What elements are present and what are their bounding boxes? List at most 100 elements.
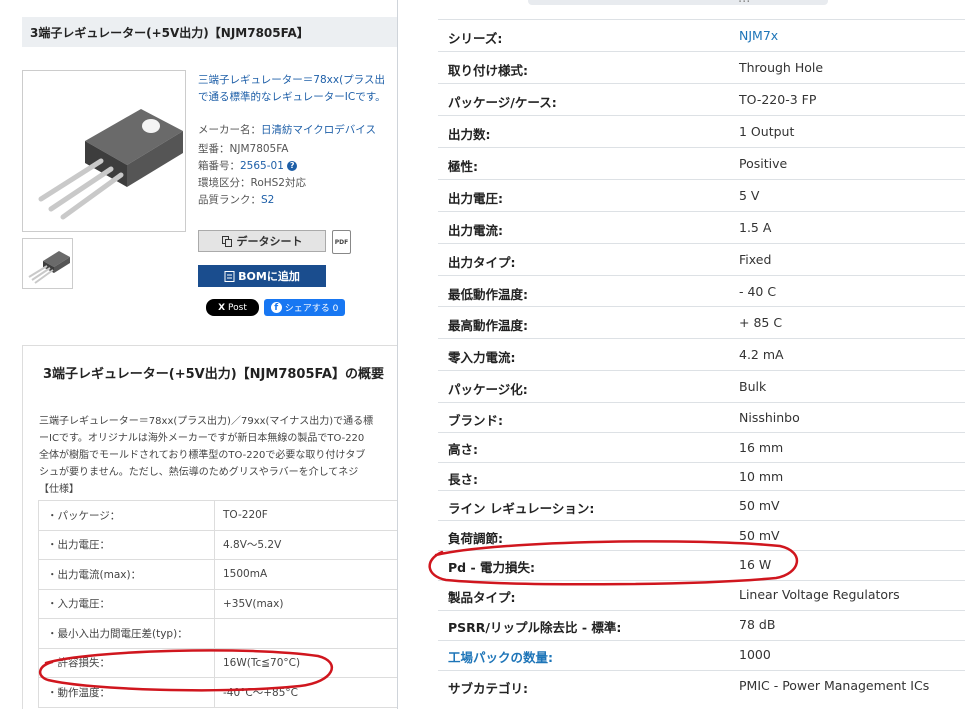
spec-key: ブランド: xyxy=(448,413,503,428)
product-page: 3端子レギュレーター(+5V出力)【NJM7805FA】 三端子レギュレーター＝… xyxy=(0,0,405,709)
product-description-link[interactable]: 三端子レギュレーター＝78xx(プラス出 で通る標準的なレギュレーターICです。 xyxy=(198,72,386,106)
spec-value: Fixed xyxy=(739,252,772,267)
quality-label: 品質ランク： xyxy=(198,194,261,206)
clipped-text: ... xyxy=(738,0,750,6)
spec-value: 5 V xyxy=(739,188,760,203)
copy-icon xyxy=(221,235,232,247)
maker-link[interactable]: 日清紡マイクロデバイス xyxy=(261,124,376,136)
product-image[interactable] xyxy=(22,70,186,232)
table-row: ・動作温度： -40°C〜+85°C xyxy=(38,677,405,708)
spec-value: 1500mA xyxy=(214,559,405,590)
description-line-2: で通る標準的なレギュレーターICです。 xyxy=(198,91,386,103)
spec-value: 4.2 mA xyxy=(739,347,784,362)
overview-line: 三端子レギュレーター＝78xx(プラス出力)／79xx(マイナス出力)で通る標 xyxy=(39,416,374,427)
spec-value: + 85 C xyxy=(739,315,783,330)
factory-pack-link[interactable]: 工場パックの数量: xyxy=(448,647,553,666)
maker-row: メーカー名：日清紡マイクロデバイス xyxy=(198,122,376,137)
pdf-icon[interactable]: PDF xyxy=(332,230,351,254)
spec-row: 最高動作温度: + 85 C xyxy=(438,306,965,339)
spec-key: パッケージ/ケース: xyxy=(448,95,557,110)
question-icon[interactable]: ? xyxy=(287,161,298,171)
spec-row: 出力電流: 1.5 A xyxy=(438,211,965,244)
spec-key: 零入力電流: xyxy=(448,350,516,365)
product-thumbnail[interactable] xyxy=(22,238,73,289)
spec-row: サブカテゴリ: PMIC - Power Management ICs xyxy=(438,670,965,709)
spec-key: 出力タイプ: xyxy=(448,255,516,270)
datasheet-button[interactable]: データシート xyxy=(198,230,326,252)
spec-value: +35V(max) xyxy=(214,588,405,619)
spec-value: 1000 xyxy=(739,647,771,662)
pdf-icon-text: PDF xyxy=(334,239,349,246)
spec-key: パッケージ化: xyxy=(448,382,528,397)
spec-key: 出力数: xyxy=(448,127,491,142)
quality-link[interactable]: S2 xyxy=(261,194,274,206)
spec-value: Bulk xyxy=(739,379,767,394)
facebook-icon: f xyxy=(270,302,282,313)
spec-row: 極性: Positive xyxy=(438,147,965,180)
panel-top-bar xyxy=(528,0,828,5)
spec-row: パッケージ化: Bulk xyxy=(438,370,965,403)
regulator-image xyxy=(38,109,183,220)
overview-line: シュが要りません。ただし、熱伝導のためグリスやラバーを介してネジ xyxy=(39,467,359,478)
spec-value: 16W(Tc≦70°C) xyxy=(214,647,405,678)
spec-key: 高さ: xyxy=(448,442,478,457)
table-row: ・出力電流(max)： 1500mA xyxy=(38,559,405,590)
spec-key: ・出力電流(max)： xyxy=(38,559,215,590)
table-row: ・パッケージ： TO-220F xyxy=(38,500,405,531)
spec-key: 製品タイプ: xyxy=(448,590,516,605)
product-title: 3端子レギュレーター(+5V出力)【NJM7805FA】 xyxy=(30,26,309,40)
spec-value: -40°C〜+85°C xyxy=(214,677,405,708)
spec-value: Nisshinbo xyxy=(739,410,800,425)
datasheet-label: データシート xyxy=(236,235,303,248)
spec-value: - 40 C xyxy=(739,284,777,299)
spec-row: 製品タイプ: Linear Voltage Regulators xyxy=(438,580,965,611)
series-link[interactable]: NJM7x xyxy=(739,28,778,43)
x-logo-icon: X xyxy=(218,302,226,313)
box-row: 箱番号：2565-01 ? xyxy=(198,158,298,173)
spec-row: 出力電圧: 5 V xyxy=(438,179,965,212)
spec-row: 取り付け様式: Through Hole xyxy=(438,51,965,84)
description-line-1: 三端子レギュレーター＝78xx(プラス出 xyxy=(198,74,385,86)
spec-value: 4.8V〜5.2V xyxy=(214,529,405,560)
x-post-label: Post xyxy=(228,302,247,313)
spec-key: ・パッケージ： xyxy=(38,500,215,531)
spec-row: シリーズ: NJM7x xyxy=(438,19,965,52)
spec-key: Pd - 電力損失: xyxy=(448,560,535,575)
quality-row: 品質ランク：S2 xyxy=(198,192,274,207)
spec-value: TO-220F xyxy=(214,500,405,531)
spec-key: 極性: xyxy=(448,159,478,174)
spec-row: 出力タイプ: Fixed xyxy=(438,243,965,276)
table-row: ・最小入出力間電圧差(typ)： xyxy=(38,618,405,649)
spec-value: 78 dB xyxy=(739,617,776,632)
x-post-button[interactable]: X Post xyxy=(206,299,259,316)
overview-line: ーICです。オリジナルは海外メーカーですが新日本無線の製品でTO-220 xyxy=(39,433,365,444)
spec-row: 出力数: 1 Output xyxy=(438,115,965,148)
maker-label: メーカー名： xyxy=(198,124,261,136)
spec-key: シリーズ: xyxy=(448,31,503,46)
box-number-link[interactable]: 2565-01 xyxy=(240,160,284,172)
env-row: 環境区分：RoHS2対応 xyxy=(198,175,306,190)
spec-row: 負荷調節: 50 mV xyxy=(438,520,965,551)
add-to-bom-button[interactable]: BOMに追加 xyxy=(198,265,326,287)
model-value: NJM7805FA xyxy=(229,143,289,155)
spec-key: ライン レギュレーション: xyxy=(448,501,595,516)
spec-value: Through Hole xyxy=(739,60,824,75)
spec-value: 1 Output xyxy=(739,124,795,139)
facebook-share-button[interactable]: f シェアする 0 xyxy=(264,299,345,316)
spec-key: ・出力電圧： xyxy=(38,529,215,560)
spec-value: Linear Voltage Regulators xyxy=(739,587,900,602)
spec-value: 50 mV xyxy=(739,528,780,543)
table-row: ・許容損失： 16W(Tc≦70°C) xyxy=(38,647,405,678)
spec-key: ・動作温度： xyxy=(38,677,215,708)
box-label: 箱番号： xyxy=(198,160,240,172)
product-title-bar: 3端子レギュレーター(+5V出力)【NJM7805FA】 xyxy=(22,17,405,47)
spec-key: 負荷調節: xyxy=(448,531,503,546)
spec-key: ・許容損失： xyxy=(38,647,215,678)
spec-heading: 【仕様】 xyxy=(39,484,79,495)
spec-key: ・入力電圧： xyxy=(38,588,215,619)
bom-label: BOMに追加 xyxy=(238,270,300,283)
spec-row: PSRR/リップル除去比 - 標準: 78 dB xyxy=(438,610,965,641)
spec-value: 10 mm xyxy=(739,469,784,484)
spec-key: 最低動作温度: xyxy=(448,287,528,302)
spec-value: TO-220-3 FP xyxy=(739,92,817,107)
